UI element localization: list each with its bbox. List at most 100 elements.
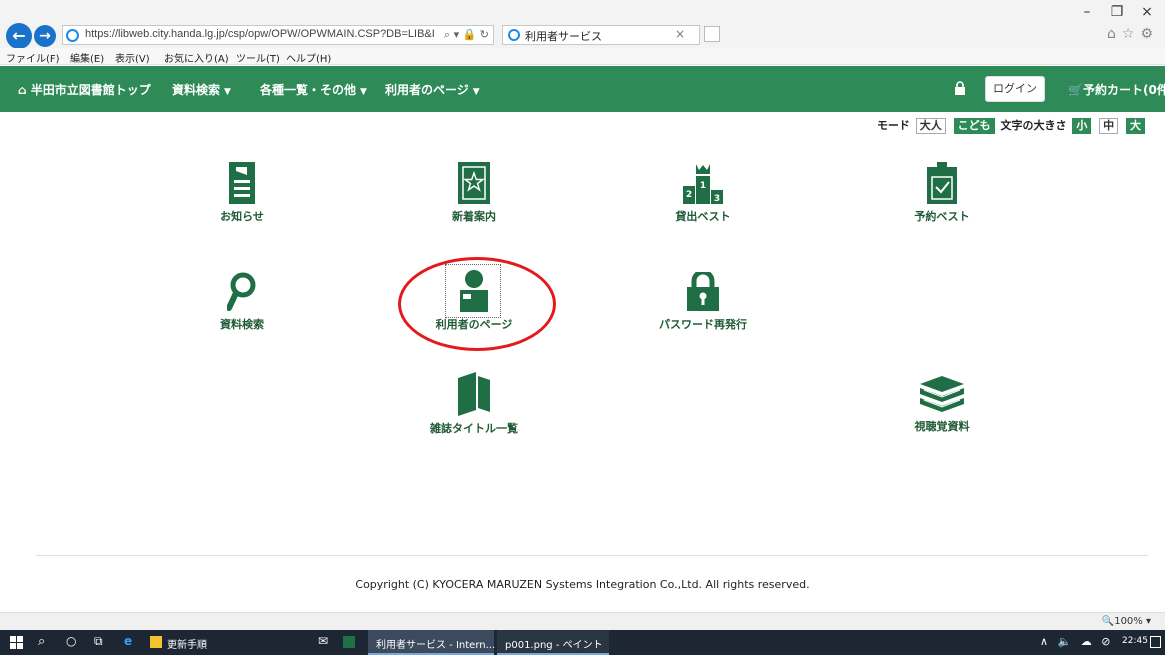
nav-user-page-label: 利用者のページ bbox=[385, 83, 469, 97]
nav-home[interactable]: ⌂ 半田市立図書館トップ bbox=[18, 81, 151, 98]
url-text[interactable]: https://libweb.city.handa.lg.jp/csp/opw/… bbox=[85, 28, 457, 40]
ranking-podium-icon: 1 2 3 bbox=[683, 164, 723, 204]
footer-divider bbox=[36, 555, 1148, 556]
nav-home-label: 半田市立図書館トップ bbox=[30, 83, 151, 97]
taskbar-paint-window[interactable]: p001.png - ペイント bbox=[497, 630, 609, 655]
tile-user-page[interactable]: 利用者のページ bbox=[414, 270, 534, 332]
system-tray[interactable]: ∧ 🔈 ☁ ⊘ bbox=[1040, 635, 1113, 648]
nav-search-label: 資料検索 bbox=[172, 83, 221, 97]
menu-help[interactable]: ヘルプ(H) bbox=[286, 50, 331, 65]
address-bar[interactable]: https://libweb.city.handa.lg.jp/csp/opw/… bbox=[62, 25, 494, 45]
nav-lists-label: 各種一覧・その他 bbox=[260, 83, 357, 97]
tile-password-label: パスワード再発行 bbox=[659, 318, 747, 331]
caret-down-icon: ▼ bbox=[224, 87, 231, 97]
magazines-icon bbox=[458, 372, 490, 416]
tile-news-label: お知らせ bbox=[220, 210, 264, 223]
user-icon bbox=[460, 270, 488, 312]
tile-reserve-best-label: 予約ベスト bbox=[914, 210, 970, 223]
tab-title: 利用者サービス bbox=[525, 30, 602, 43]
svg-text:1: 1 bbox=[700, 181, 706, 191]
tile-password[interactable]: パスワード再発行 bbox=[643, 272, 763, 332]
svg-text:3: 3 bbox=[714, 194, 720, 204]
home-icon: ⌂ bbox=[18, 83, 27, 97]
magnifier-icon bbox=[227, 272, 256, 311]
edge-icon[interactable]: e bbox=[124, 634, 132, 648]
menu-tools[interactable]: ツール(T) bbox=[236, 50, 280, 65]
mail-icon[interactable]: ✉ bbox=[318, 634, 328, 648]
nav-user-page[interactable]: 利用者のページ ▼ bbox=[385, 81, 480, 98]
tile-search-label: 資料検索 bbox=[220, 318, 264, 331]
svg-text:2: 2 bbox=[686, 190, 692, 200]
tile-magazines[interactable]: 雑誌タイトル一覧 bbox=[414, 372, 534, 436]
clipboard-check-icon bbox=[927, 162, 957, 204]
cart-label: 予約カート(0件) bbox=[1082, 83, 1165, 97]
clock[interactable]: 22:45 bbox=[1122, 636, 1148, 646]
tile-loan-best[interactable]: 1 2 3 貸出ベスト bbox=[643, 162, 763, 224]
reservation-cart-link[interactable]: 🛒予約カート(0件) bbox=[1068, 81, 1165, 98]
tile-magazines-label: 雑誌タイトル一覧 bbox=[430, 422, 518, 435]
taskbar: ⌕ ○ ⧉ e 更新手順 ✉ 利用者サービス - Intern... p001.… bbox=[0, 630, 1165, 655]
tile-av-label: 視聴覚資料 bbox=[914, 420, 970, 433]
lock-icon bbox=[955, 81, 965, 95]
taskbar-app-update[interactable]: 更新手順 bbox=[167, 636, 207, 651]
font-medium-button[interactable]: 中 bbox=[1099, 118, 1119, 134]
tile-loan-best-label: 貸出ベスト bbox=[675, 210, 731, 223]
font-small-button[interactable]: 小 bbox=[1072, 118, 1092, 134]
tile-news[interactable]: お知らせ bbox=[182, 162, 302, 224]
minimize-button[interactable]: – bbox=[1074, 4, 1100, 20]
cart-icon: 🛒 bbox=[1068, 83, 1083, 97]
search-icon[interactable]: ⌕ bbox=[38, 634, 45, 649]
mode-selector: モード 大人 こども 文字の大きさ 小 中 大 bbox=[877, 117, 1147, 134]
menu-bar: ファイル(F) 編集(E) 表示(V) お気に入り(A) ツール(T) ヘルプ(… bbox=[0, 48, 1165, 65]
status-bar: 🔍100% ▾ bbox=[0, 612, 1165, 630]
tab-user-service[interactable]: 利用者サービス × bbox=[502, 25, 700, 45]
arrow-right-icon: → bbox=[39, 28, 51, 44]
close-button[interactable]: × bbox=[1134, 4, 1160, 20]
task-view-icon[interactable]: ⧉ bbox=[94, 634, 103, 649]
font-size-label: 文字の大きさ bbox=[1000, 119, 1067, 132]
address-tools[interactable]: ⌕ ▾ 🔒 ↻ bbox=[444, 28, 489, 42]
site-nav-bar: ⌂ 半田市立図書館トップ 資料検索 ▼ 各種一覧・その他 ▼ 利用者のページ ▼ ログ… bbox=[0, 66, 1165, 112]
book-star-icon bbox=[458, 162, 490, 204]
menu-file[interactable]: ファイル(F) bbox=[6, 50, 60, 65]
mode-adult-button[interactable]: 大人 bbox=[915, 118, 946, 134]
news-icon bbox=[229, 162, 255, 204]
font-large-button[interactable]: 大 bbox=[1126, 118, 1145, 134]
login-button[interactable]: ログイン bbox=[985, 76, 1045, 102]
copyright-text: Copyright (C) KYOCERA MARUZEN Systems In… bbox=[355, 578, 810, 591]
padlock-icon bbox=[687, 272, 719, 311]
caret-down-icon: ▼ bbox=[472, 87, 480, 97]
forward-button[interactable]: → bbox=[34, 25, 56, 47]
ie-tab-icon bbox=[508, 29, 520, 41]
action-center-icon[interactable] bbox=[1150, 636, 1161, 648]
folder-icon bbox=[150, 636, 162, 648]
nav-search[interactable]: 資料検索 ▼ bbox=[172, 81, 231, 98]
tab-close-icon[interactable]: × bbox=[675, 27, 685, 41]
nav-lists[interactable]: 各種一覧・その他 ▼ bbox=[260, 81, 367, 98]
tile-search[interactable]: 資料検索 bbox=[182, 272, 302, 332]
mode-kids-button[interactable]: こども bbox=[953, 118, 995, 134]
taskbar-ie-window[interactable]: 利用者サービス - Intern... bbox=[368, 630, 496, 655]
zoom-level[interactable]: 🔍100% ▾ bbox=[1102, 616, 1151, 627]
browser-chrome: – ❐ × ← → https://libweb.city.handa.lg.j… bbox=[0, 0, 1165, 49]
tile-av[interactable]: 視聴覚資料 bbox=[882, 376, 1002, 434]
arrow-left-icon: ← bbox=[12, 26, 26, 45]
windows-start-icon[interactable] bbox=[10, 636, 23, 649]
excel-icon[interactable] bbox=[343, 636, 355, 648]
menu-edit[interactable]: 編集(E) bbox=[70, 50, 104, 65]
new-tab-button[interactable] bbox=[704, 26, 720, 42]
mode-label: モード bbox=[876, 119, 910, 132]
stacked-books-icon bbox=[920, 376, 964, 412]
taskbar-ie-label: 利用者サービス - Intern... bbox=[376, 640, 496, 651]
back-button[interactable]: ← bbox=[6, 23, 32, 49]
tile-reserve-best[interactable]: 予約ベスト bbox=[882, 162, 1002, 224]
caret-down-icon: ▼ bbox=[360, 87, 367, 97]
menu-view[interactable]: 表示(V) bbox=[115, 50, 150, 65]
tile-user-page-label: 利用者のページ bbox=[435, 318, 513, 331]
restore-button[interactable]: ❐ bbox=[1104, 4, 1130, 20]
cortana-icon[interactable]: ○ bbox=[66, 634, 76, 648]
tile-new-arrivals[interactable]: 新着案内 bbox=[414, 162, 534, 224]
browser-toolbar-icons[interactable]: ⌂☆⚙ bbox=[1107, 26, 1159, 42]
menu-favorites[interactable]: お気に入り(A) bbox=[164, 50, 229, 65]
taskbar-paint-label: p001.png - ペイント bbox=[505, 640, 603, 651]
